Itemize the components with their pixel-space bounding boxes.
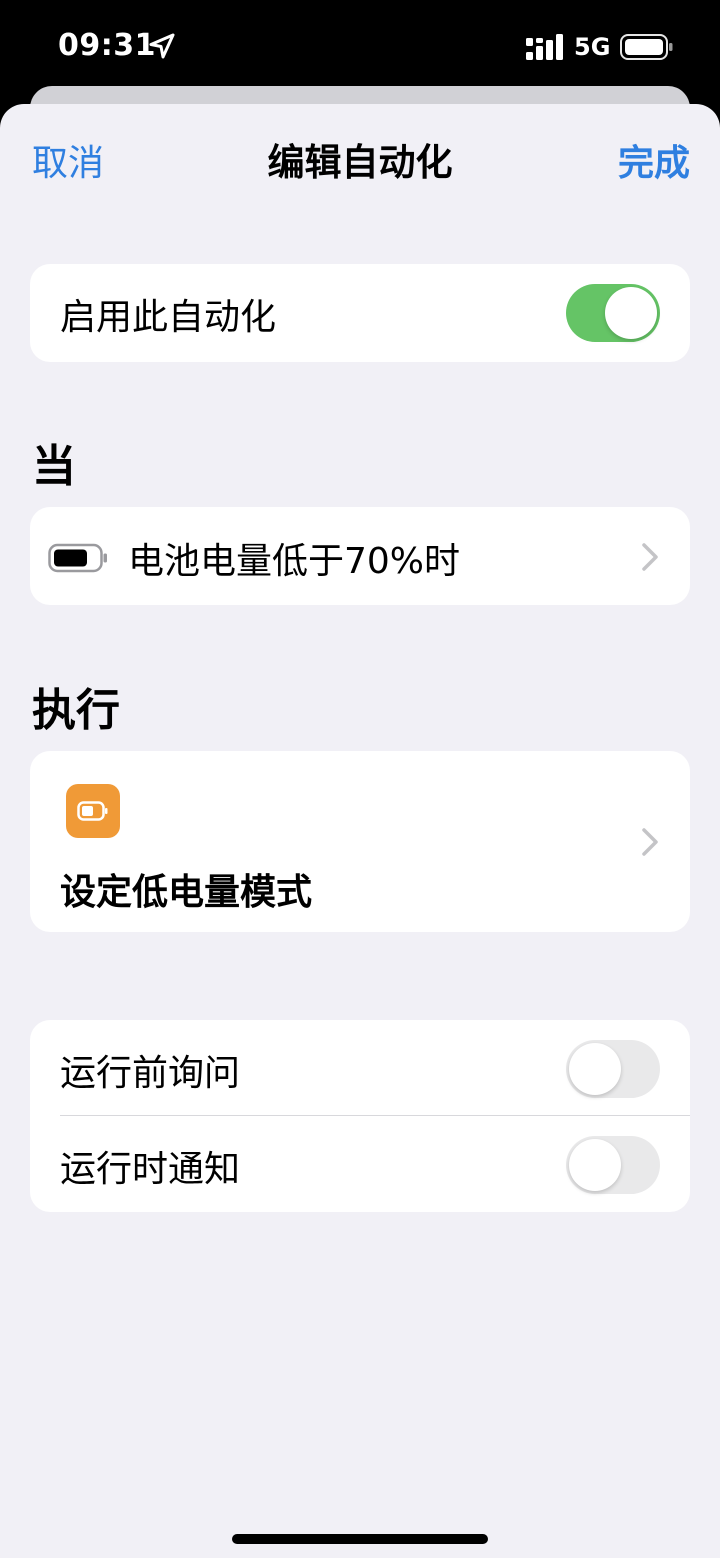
cellular-signal-icon xyxy=(526,34,563,60)
battery-icon xyxy=(620,34,673,60)
toggle-knob xyxy=(569,1139,621,1191)
notify-when-run-toggle[interactable] xyxy=(566,1136,660,1194)
enable-automation-row: 启用此自动化 xyxy=(30,264,690,360)
notify-when-run-label: 运行时通知 xyxy=(60,1149,241,1190)
toggle-knob xyxy=(569,1043,621,1095)
ask-before-running-label: 运行前询问 xyxy=(60,1053,241,1094)
ask-before-running-row: 运行前询问 xyxy=(30,1020,690,1116)
enable-automation-toggle[interactable] xyxy=(566,284,660,342)
location-arrow-icon xyxy=(149,33,175,59)
enable-automation-label: 启用此自动化 xyxy=(60,297,277,338)
when-section-header: 当 xyxy=(32,441,76,492)
action-label: 设定低电量模式 xyxy=(60,872,313,913)
chevron-right-icon xyxy=(642,828,658,856)
chevron-right-icon xyxy=(642,543,658,571)
notify-when-run-row: 运行时通知 xyxy=(30,1116,690,1212)
options-card: 运行前询问 运行时通知 xyxy=(30,1020,690,1212)
low-power-mode-icon xyxy=(66,784,120,838)
battery-level-icon xyxy=(48,543,107,573)
status-bar: 09:31 5G xyxy=(0,0,720,90)
trigger-card[interactable]: 电池电量低于70%时 xyxy=(30,507,690,605)
done-button[interactable]: 完成 xyxy=(618,134,690,186)
edit-automation-sheet: 取消 编辑自动化 完成 启用此自动化 当 电池电量低于70%时 执行 设定低电量… xyxy=(0,104,720,1558)
enable-automation-card: 启用此自动化 xyxy=(30,264,690,362)
status-time: 09:31 xyxy=(58,28,156,63)
network-type: 5G xyxy=(574,33,611,61)
home-indicator[interactable] xyxy=(232,1534,488,1544)
toggle-knob xyxy=(605,287,657,339)
cancel-button[interactable]: 取消 xyxy=(32,134,104,186)
battery-glyph-icon xyxy=(77,801,108,821)
trigger-label: 电池电量低于70%时 xyxy=(128,541,461,582)
ask-before-running-toggle[interactable] xyxy=(566,1040,660,1098)
page-title: 编辑自动化 xyxy=(267,141,453,184)
do-section-header: 执行 xyxy=(32,685,120,736)
action-card[interactable]: 设定低电量模式 xyxy=(30,751,690,932)
